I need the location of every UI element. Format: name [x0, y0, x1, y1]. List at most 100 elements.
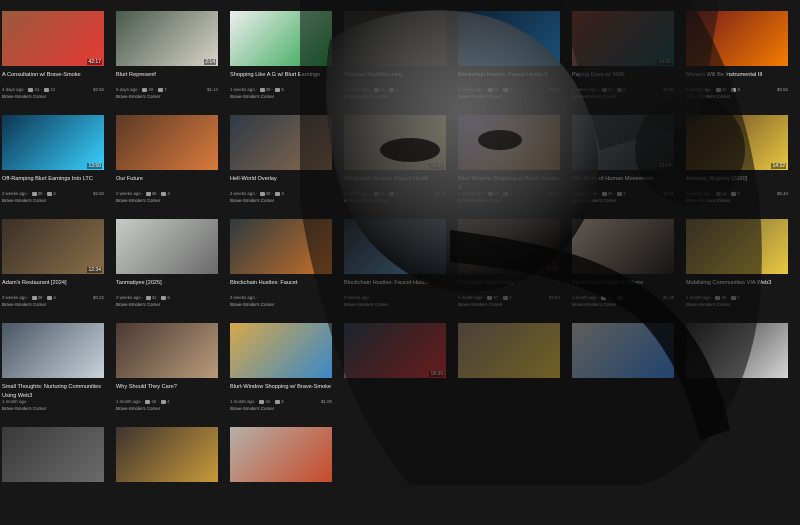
video-thumbnail[interactable]: 14:32	[686, 115, 788, 170]
video-card[interactable]: Shopping Like A G w/ Blurt Earnings 1 wee…	[230, 11, 332, 109]
comment-icon[interactable]	[161, 295, 167, 300]
video-card[interactable]: 14:56 Paying Dues w/ XMR 1 weeks ago · 32 …	[572, 11, 674, 109]
video-title[interactable]: Paying Dues w/ XMR	[572, 71, 674, 80]
heart-icon[interactable]	[601, 191, 607, 196]
video-thumbnail[interactable]	[572, 219, 674, 274]
video-thumbnail[interactable]	[116, 115, 218, 170]
channel-name[interactable]: Brave-Smoke's Corner	[458, 302, 502, 307]
channel-name[interactable]: Brave-Smoke's Corner	[686, 198, 730, 203]
video-card[interactable]: Small Thoughts: Nurturing Communities Us…	[2, 323, 104, 421]
video-thumbnail[interactable]	[2, 427, 104, 482]
video-card[interactable]: Hell-World Overlay 2 weeks ago · 40 · 3 Br…	[230, 115, 332, 213]
heart-icon[interactable]	[31, 191, 37, 196]
video-card[interactable]	[686, 323, 788, 421]
video-thumbnail[interactable]: 12:44	[344, 115, 446, 170]
comment-icon[interactable]	[161, 399, 167, 404]
channel-name[interactable]: Brave-Smoke's Corner	[572, 198, 616, 203]
video-title[interactable]: Shopping Like A G w/ Blurt Earnings	[230, 71, 332, 80]
video-card[interactable]: 5:52 Permissionless Money 1 month ago · 47…	[458, 219, 560, 317]
channel-name[interactable]: Brave-Smoke's Corner	[572, 302, 616, 307]
heart-icon[interactable]	[373, 191, 379, 196]
video-card[interactable]	[116, 427, 218, 525]
video-title[interactable]: Why Should They Care?	[116, 383, 218, 392]
comment-icon[interactable]	[617, 191, 623, 196]
video-title[interactable]: Our Future	[116, 175, 218, 184]
video-title[interactable]: Adam's Restaurant [2024]	[2, 279, 104, 288]
video-thumbnail[interactable]	[686, 219, 788, 274]
heart-icon[interactable]	[715, 87, 721, 92]
video-card[interactable]: Blockchain Hustles: Faucet 3 weeks ago · …	[230, 219, 332, 317]
video-card[interactable]	[230, 427, 332, 525]
comment-icon[interactable]	[731, 87, 737, 92]
video-title[interactable]: Tanmatiyee [2025]	[116, 279, 218, 288]
heart-icon[interactable]	[259, 87, 265, 92]
comment-icon[interactable]	[617, 87, 623, 92]
video-thumbnail[interactable]: 18:39	[344, 323, 446, 378]
video-thumbnail[interactable]: 2:14	[116, 11, 218, 66]
channel-name[interactable]: Brave-Smoke's Corner	[344, 198, 388, 203]
channel-name[interactable]: Brave-Smoke's Corner	[458, 94, 502, 99]
heart-icon[interactable]	[487, 87, 493, 92]
video-thumbnail[interactable]	[230, 11, 332, 66]
video-card[interactable]: Monero Will Be Instrumental III 2 weeks a…	[686, 11, 788, 109]
video-card[interactable]: Blurt-Window Shopping w/ Brave-Smoke 1 mo…	[230, 323, 332, 421]
video-thumbnail[interactable]	[572, 323, 674, 378]
video-thumbnail[interactable]: 12:34	[2, 219, 104, 274]
channel-name[interactable]: Brave-Smoke's Corner	[230, 406, 274, 411]
video-thumbnail[interactable]	[230, 427, 332, 482]
heart-icon[interactable]	[145, 295, 151, 300]
video-card[interactable]: Blurt-Window Shopping w/ Brave-Smoke II 2…	[458, 115, 560, 213]
comment-icon[interactable]	[275, 87, 281, 92]
channel-name[interactable]: Brave-Smoke's Corner	[116, 302, 160, 307]
comment-icon[interactable]	[44, 87, 50, 92]
comment-icon[interactable]	[389, 191, 395, 196]
video-card[interactable]: Blockchain Hustles & Others 1 month ago ·…	[572, 219, 674, 317]
heart-icon[interactable]	[487, 191, 493, 196]
video-thumbnail[interactable]	[116, 323, 218, 378]
channel-name[interactable]: Brave-Smoke's Corner	[2, 302, 46, 307]
video-card[interactable]: 18:39	[344, 323, 446, 421]
heart-icon[interactable]	[259, 191, 265, 196]
heart-icon[interactable]	[373, 87, 379, 92]
video-title[interactable]: Mobilizing Communities VIA Web3	[686, 279, 788, 288]
video-card[interactable]	[572, 323, 674, 421]
heart-icon[interactable]	[28, 87, 34, 92]
comment-icon[interactable]	[158, 87, 164, 92]
comment-icon[interactable]	[47, 191, 53, 196]
channel-name[interactable]: Brave-Smoke's Corner	[344, 94, 388, 99]
video-title[interactable]: Pleasant Night/Morning	[344, 71, 446, 80]
comment-icon[interactable]	[503, 295, 509, 300]
heart-icon[interactable]	[715, 295, 721, 300]
heart-icon[interactable]	[715, 191, 721, 196]
channel-name[interactable]: Brave-Smoke's Corner	[2, 94, 46, 99]
video-thumbnail[interactable]	[116, 427, 218, 482]
channel-name[interactable]: Brave-Smoke's Corner	[2, 406, 46, 411]
video-thumbnail[interactable]	[230, 323, 332, 378]
comment-icon[interactable]	[731, 295, 737, 300]
video-thumbnail[interactable]	[344, 219, 446, 274]
video-thumbnail[interactable]	[458, 323, 560, 378]
heart-icon[interactable]	[601, 295, 607, 300]
channel-name[interactable]: Brave-Smoke's Corner	[230, 94, 274, 99]
video-card[interactable]: 13:14 The Study of Human Movements 3 weeks…	[572, 115, 674, 213]
video-title[interactable]: Permissionless Money	[458, 279, 560, 288]
video-title[interactable]: Blockchain Hustles & Others	[572, 279, 674, 288]
video-title[interactable]: Blurt-Window Shopping w/ Brave-Smoke	[230, 383, 332, 392]
video-card[interactable]: 12:34 Adam's Restaurant [2024] 3 weeks ago…	[2, 219, 104, 317]
video-card[interactable]: 2:14 Blurt Represent! 5 days ago · 40 · 7 $…	[116, 11, 218, 109]
video-thumbnail[interactable]	[344, 11, 446, 66]
video-card[interactable]: Our Future 2 weeks ago · 36 · 4 Brave-Smok…	[116, 115, 218, 213]
video-card[interactable]: Blockchain Hustles: Faucet Hustle 3 weeks…	[344, 219, 446, 317]
video-title[interactable]: Blockchain Hustles: Faucet Hustle	[344, 279, 446, 288]
comment-icon[interactable]	[389, 87, 395, 92]
comment-icon[interactable]	[161, 191, 167, 196]
comment-icon[interactable]	[503, 191, 509, 196]
video-card[interactable]: 14:32 Amazon, Rugeley [2020] 3 weeks ago ·…	[686, 115, 788, 213]
comment-icon[interactable]	[503, 87, 509, 92]
video-title[interactable]: Blockchain Hustles: Faucet Hustle	[344, 175, 446, 184]
video-thumbnail[interactable]	[686, 11, 788, 66]
video-thumbnail[interactable]	[116, 219, 218, 274]
video-card[interactable]	[2, 427, 104, 525]
comment-icon[interactable]	[275, 399, 281, 404]
heart-icon[interactable]	[145, 399, 151, 404]
